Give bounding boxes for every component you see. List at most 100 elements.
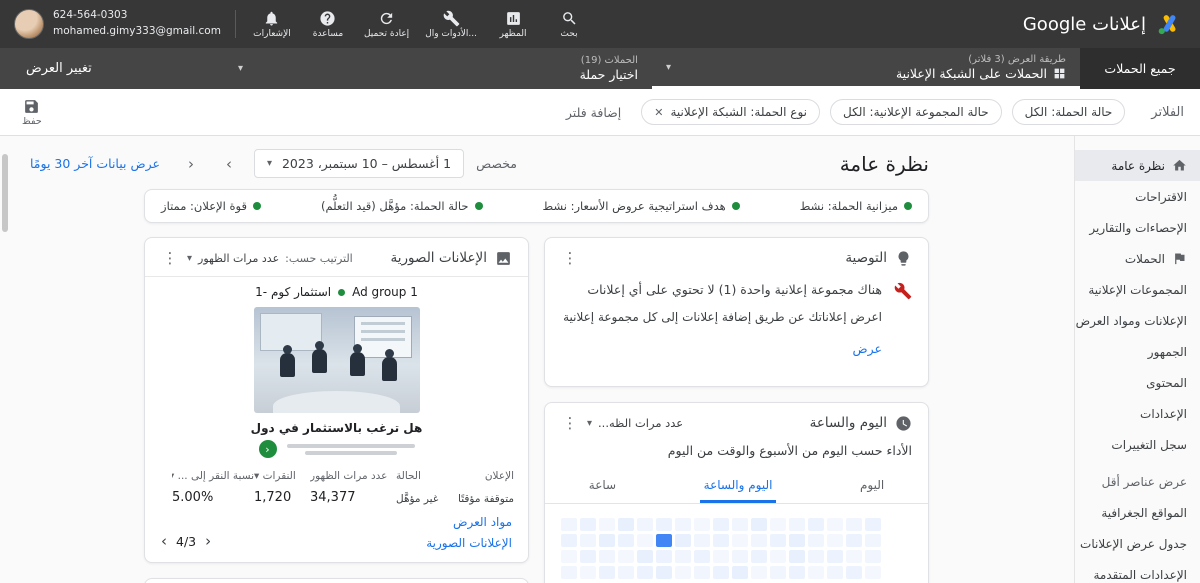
heatmap-cell [561, 550, 577, 563]
ad-image-screen-shape [354, 316, 412, 358]
date-range-value: 1 أغسطس – 10 سبتمبر، 2023 [282, 156, 451, 171]
appearance-icon-button[interactable]: المظهر [487, 6, 539, 43]
kebab-menu-icon[interactable]: ⋮ [561, 249, 579, 267]
heatmap-cell [713, 518, 729, 531]
table-column-header[interactable]: الإعلان [448, 470, 514, 482]
sidebar-item[interactable]: جدول عرض الإعلانات [1075, 528, 1200, 559]
display-ads-card: الإعلانات الصورية الترتيب حسب: عدد مرات … [144, 237, 529, 563]
ad-preview-image[interactable] [254, 307, 420, 413]
kebab-menu-icon[interactable]: ⋮ [561, 414, 579, 432]
sidebar-item[interactable]: الجمهور [1075, 336, 1200, 367]
person-silhouette [382, 357, 397, 381]
display-ads-link[interactable]: الإعلانات الصورية [426, 536, 512, 550]
sidebar-item[interactable]: الإعدادات [1075, 398, 1200, 429]
view-selector[interactable]: طريقة العرض (3 فلاتر) الحملات على الشبكة… [652, 48, 1080, 89]
chevron-down-icon: ▾ [666, 62, 671, 73]
heatmap-cell [770, 518, 786, 531]
filter-chip[interactable]: حالة الحملة: الكل [1012, 99, 1126, 125]
last-30-days-link[interactable]: عرض بيانات آخر 30 يومًا [30, 156, 160, 171]
heatmap-cell [675, 550, 691, 563]
day-hour-tab[interactable]: اليوم والساعة [700, 472, 777, 503]
heatmap-cell [618, 566, 634, 579]
recommendation-text: هناك مجموعة إعلانية واحدة (1) لا تحتوي ع… [563, 280, 882, 300]
sidebar-item[interactable]: الحملات [1075, 243, 1200, 274]
day-hour-tab[interactable]: ساعة [585, 472, 620, 503]
day-hour-tab[interactable]: اليوم [856, 472, 888, 503]
sidebar-item[interactable]: الإعدادات المتقدمة [1075, 559, 1200, 583]
sort-control[interactable]: الترتيب حسب: عدد مرات الظهور ▾ [187, 252, 353, 265]
table-column-header[interactable]: النقرات ▾ [254, 470, 310, 482]
filter-chip[interactable]: نوع الحملة: الشبكة الإعلانية ✕ [641, 99, 820, 125]
heatmap-cell [770, 550, 786, 563]
date-range-picker[interactable]: 1 أغسطس – 10 سبتمبر، 2023 ▾ [254, 149, 464, 178]
cards-column-left: الإعلانات الصورية الترتيب حسب: عدد مرات … [144, 237, 529, 583]
all-campaigns-button[interactable]: جميع الحملات [1080, 48, 1200, 89]
campaign-status-item: ميزانية الحملة: نشط [800, 199, 912, 213]
recommendation-view-link[interactable]: عرض [563, 341, 882, 356]
content-region: نظرة عامةالاقتراحاتالإحصاءات والتقاريرال… [0, 136, 1200, 583]
search-icon-button[interactable]: بحث [543, 6, 595, 43]
sidebar-item-label: الجمهور [1148, 345, 1187, 359]
sidebar-item[interactable]: نظرة عامة [1075, 150, 1200, 181]
person-silhouette [350, 352, 365, 376]
status-text: حالة الحملة: مؤهَّل (قيد التعلُّم) [321, 199, 469, 213]
appearance-icon [505, 10, 522, 27]
page-prev-button[interactable]: ‹ [161, 532, 167, 550]
heatmap-cell [846, 518, 862, 531]
help-icon-button[interactable]: مساعدة [302, 6, 354, 43]
vertical-scrollbar[interactable] [2, 154, 8, 232]
campaign-selector[interactable]: الحملات (19) اختيار حملة ▾ [224, 48, 652, 89]
table-column-header[interactable]: نسبة النقر إلى ... ▾ [172, 470, 254, 482]
search-icon [561, 10, 578, 27]
filter-chip-label: نوع الحملة: الشبكة الإعلانية [670, 105, 807, 119]
sidebar-item-label: المواقع الجغرافية [1101, 506, 1187, 520]
date-prev-button[interactable]: ‹ [178, 151, 204, 177]
filter-chip[interactable]: حالة المجموعة الإعلانية: الكل [830, 99, 1002, 125]
sidebar-item[interactable]: الإحصاءات والتقارير [1075, 212, 1200, 243]
sidebar-item[interactable]: الإعلانات ومواد العرض [1075, 305, 1200, 336]
date-next-button[interactable]: › [216, 151, 242, 177]
heatmap-cell [713, 550, 729, 563]
table-column-header[interactable]: عدد مرات الظهور [310, 470, 396, 482]
metric-select[interactable]: عدد مرات الظه... ▾ [587, 416, 683, 430]
sidebar-item[interactable]: المجموعات الإعلانية [1075, 274, 1200, 305]
page-title: نظرة عامة [840, 152, 929, 176]
sidebar-item[interactable]: عرض عناصر أقل [1075, 466, 1200, 497]
close-icon[interactable]: ✕ [654, 106, 663, 119]
filter-chips: حالة الحملة: الكل حالة المجموعة الإعلانية… [641, 99, 1125, 125]
display-ads-link[interactable]: مواد العرض [426, 515, 512, 529]
heatmap-cell [713, 566, 729, 579]
heatmap-cell [865, 566, 881, 579]
sidebar-item[interactable]: المحتوى [1075, 367, 1200, 398]
account-avatar[interactable] [14, 9, 44, 39]
day-hour-card: اليوم والساعة عدد مرات الظه... ▾ ⋮ الأدا… [544, 402, 929, 583]
heatmap-cell [656, 534, 672, 547]
sidebar-item-label: نظرة عامة [1111, 159, 1165, 173]
display-ads-links: مواد العرض الإعلانات الصورية [426, 515, 512, 550]
add-filter-button[interactable]: إضافة فلتر [556, 105, 631, 120]
ad-group-line[interactable]: Ad group 1 استثمار كوم -1 [145, 277, 528, 301]
tools-icon-button[interactable]: الأدوات وال... [419, 6, 483, 43]
topbar-divider [235, 10, 236, 38]
page-next-button[interactable]: › [205, 532, 211, 550]
heatmap-cell [694, 534, 710, 547]
change-view-button[interactable]: تغيير العرض [0, 48, 118, 89]
account-email: mohamed.gimy333@gmail.com [53, 24, 221, 40]
refresh-icon-button[interactable]: إعادة تحميل [358, 6, 415, 43]
save-button[interactable]: حفظ [22, 98, 42, 127]
refresh-icon [378, 10, 395, 27]
day-hour-card-title: اليوم والساعة [810, 415, 887, 431]
sidebar-item[interactable]: الاقتراحات [1075, 181, 1200, 212]
sidebar-item[interactable]: سجل التغييرات [1075, 429, 1200, 460]
heatmap-cell [827, 534, 843, 547]
grid-view-icon [1053, 67, 1066, 80]
kebab-menu-icon[interactable]: ⋮ [161, 249, 179, 267]
ad-cta-arrow-button[interactable]: ‹ [259, 440, 277, 458]
campaign-status-item: قوة الإعلان: ممتاز [161, 199, 261, 213]
notifications-icon-button[interactable]: الإشعارات [246, 6, 298, 43]
recommendation-detail: اعرض إعلاناتك عن طريق إضافة إعلانات إلى … [563, 308, 882, 327]
table-column-header[interactable]: الحالة [396, 470, 448, 482]
heatmap-cell [675, 534, 691, 547]
sidebar-item[interactable]: المواقع الجغرافية [1075, 497, 1200, 528]
account-info[interactable]: 624-564-0303 mohamed.gimy333@gmail.com [0, 8, 235, 40]
